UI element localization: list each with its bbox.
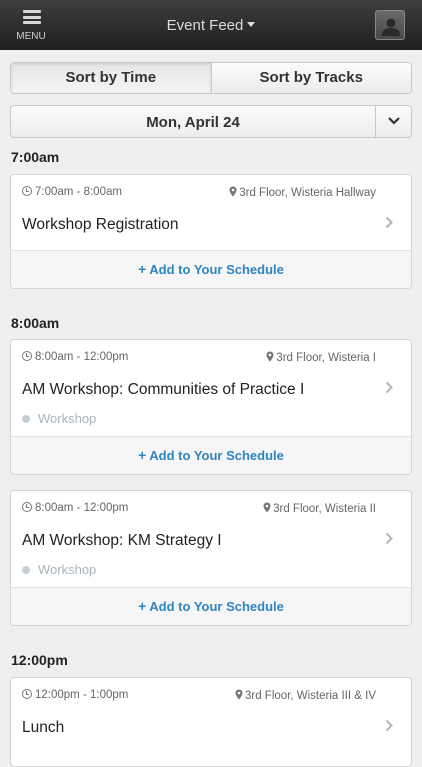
session-item[interactable]: 8:00am - 12:00pm 3rd Floor, Wisteria I A…: [11, 340, 411, 437]
plus-icon: +: [138, 261, 147, 277]
session-card: 8:00am - 12:00pm 3rd Floor, Wisteria I A…: [10, 339, 412, 475]
add-to-schedule-label: Add to Your Schedule: [149, 448, 284, 463]
profile-button[interactable]: [375, 10, 405, 40]
map-pin-icon: [229, 186, 237, 197]
page-title: Event Feed: [166, 17, 244, 34]
user-avatar-icon: [382, 18, 400, 36]
plus-icon: +: [138, 447, 147, 463]
session-location-text: 3rd Floor, Wisteria Hallway: [239, 187, 376, 199]
session-time-text: 8:00am - 12:00pm: [35, 502, 129, 514]
chevron-down-icon: [388, 117, 400, 125]
session-location-text: 3rd Floor, Wisteria I: [276, 352, 376, 364]
session-time-text: 7:00am - 8:00am: [35, 186, 122, 198]
track-dot-icon: [22, 415, 30, 423]
session-card: 7:00am - 8:00am 3rd Floor, Wisteria Hall…: [10, 174, 412, 289]
add-to-schedule-label: Add to Your Schedule: [149, 599, 284, 614]
add-to-schedule-label: Add to Your Schedule: [149, 262, 284, 277]
session-time: 12:00pm - 1:00pm: [22, 689, 128, 701]
track-label: Workshop: [38, 411, 97, 426]
session-item[interactable]: 7:00am - 8:00am 3rd Floor, Wisteria Hall…: [11, 175, 411, 251]
clock-icon: [22, 502, 32, 512]
session-card: 8:00am - 12:00pm 3rd Floor, Wisteria II …: [10, 490, 412, 626]
chevron-right-icon: [385, 381, 393, 394]
plus-icon: +: [138, 598, 147, 614]
time-group-header: 7:00am: [11, 149, 60, 165]
selected-date: Mon, April 24: [146, 114, 240, 131]
date-dropdown-button[interactable]: [375, 106, 411, 137]
add-to-schedule-button[interactable]: + Add to Your Schedule: [11, 250, 411, 288]
session-time: 8:00am - 12:00pm: [22, 351, 128, 363]
chevron-right-icon: [385, 532, 393, 545]
clock-icon: [22, 351, 32, 361]
top-nav-bar: MENU Event Feed: [0, 0, 422, 50]
add-to-schedule-button[interactable]: + Add to Your Schedule: [11, 436, 411, 474]
session-title: AM Workshop: KM Strategy I: [22, 532, 222, 549]
date-selector[interactable]: Mon, April 24: [10, 105, 412, 138]
tab-sort-by-tracks[interactable]: Sort by Tracks: [210, 63, 411, 93]
session-location: 3rd Floor, Wisteria II: [263, 502, 376, 515]
map-pin-icon: [235, 689, 243, 700]
map-pin-icon: [266, 351, 274, 362]
chevron-right-icon: [385, 216, 393, 229]
clock-icon: [22, 689, 32, 699]
session-location-text: 3rd Floor, Wisteria III & IV: [244, 690, 376, 702]
track-label: Workshop: [38, 562, 97, 577]
sort-toggle: Sort by Time Sort by Tracks: [10, 62, 412, 94]
session-title: Workshop Registration: [22, 216, 179, 233]
session-item[interactable]: 8:00am - 12:00pm 3rd Floor, Wisteria II …: [11, 491, 411, 588]
session-card: 12:00pm - 1:00pm 3rd Floor, Wisteria III…: [10, 677, 412, 767]
caret-down-icon: [247, 22, 256, 27]
tab-sort-by-time[interactable]: Sort by Time: [11, 63, 211, 93]
map-pin-icon: [263, 502, 271, 513]
track-dot-icon: [22, 566, 30, 574]
time-group-header: 12:00pm: [11, 652, 68, 668]
session-time: 7:00am - 8:00am: [22, 186, 122, 198]
time-group-header: 8:00am: [11, 315, 60, 331]
session-track: Workshop: [22, 562, 96, 577]
session-time-text: 8:00am - 12:00pm: [35, 351, 129, 363]
session-title: AM Workshop: Communities of Practice I: [22, 381, 305, 398]
event-feed-dropdown[interactable]: Event Feed: [0, 17, 422, 34]
session-track: Workshop: [22, 411, 96, 426]
session-location: 3rd Floor, Wisteria Hallway: [229, 186, 376, 199]
session-location-text: 3rd Floor, Wisteria II: [273, 503, 376, 515]
session-time-text: 12:00pm - 1:00pm: [35, 689, 129, 701]
session-location: 3rd Floor, Wisteria I: [266, 351, 376, 364]
clock-icon: [22, 186, 32, 196]
session-time: 8:00am - 12:00pm: [22, 502, 128, 514]
session-item[interactable]: 12:00pm - 1:00pm 3rd Floor, Wisteria III…: [11, 678, 411, 751]
add-to-schedule-button[interactable]: + Add to Your Schedule: [11, 587, 411, 625]
session-title: Lunch: [22, 719, 65, 736]
session-location: 3rd Floor, Wisteria III & IV: [235, 689, 376, 702]
chevron-right-icon: [385, 719, 393, 732]
